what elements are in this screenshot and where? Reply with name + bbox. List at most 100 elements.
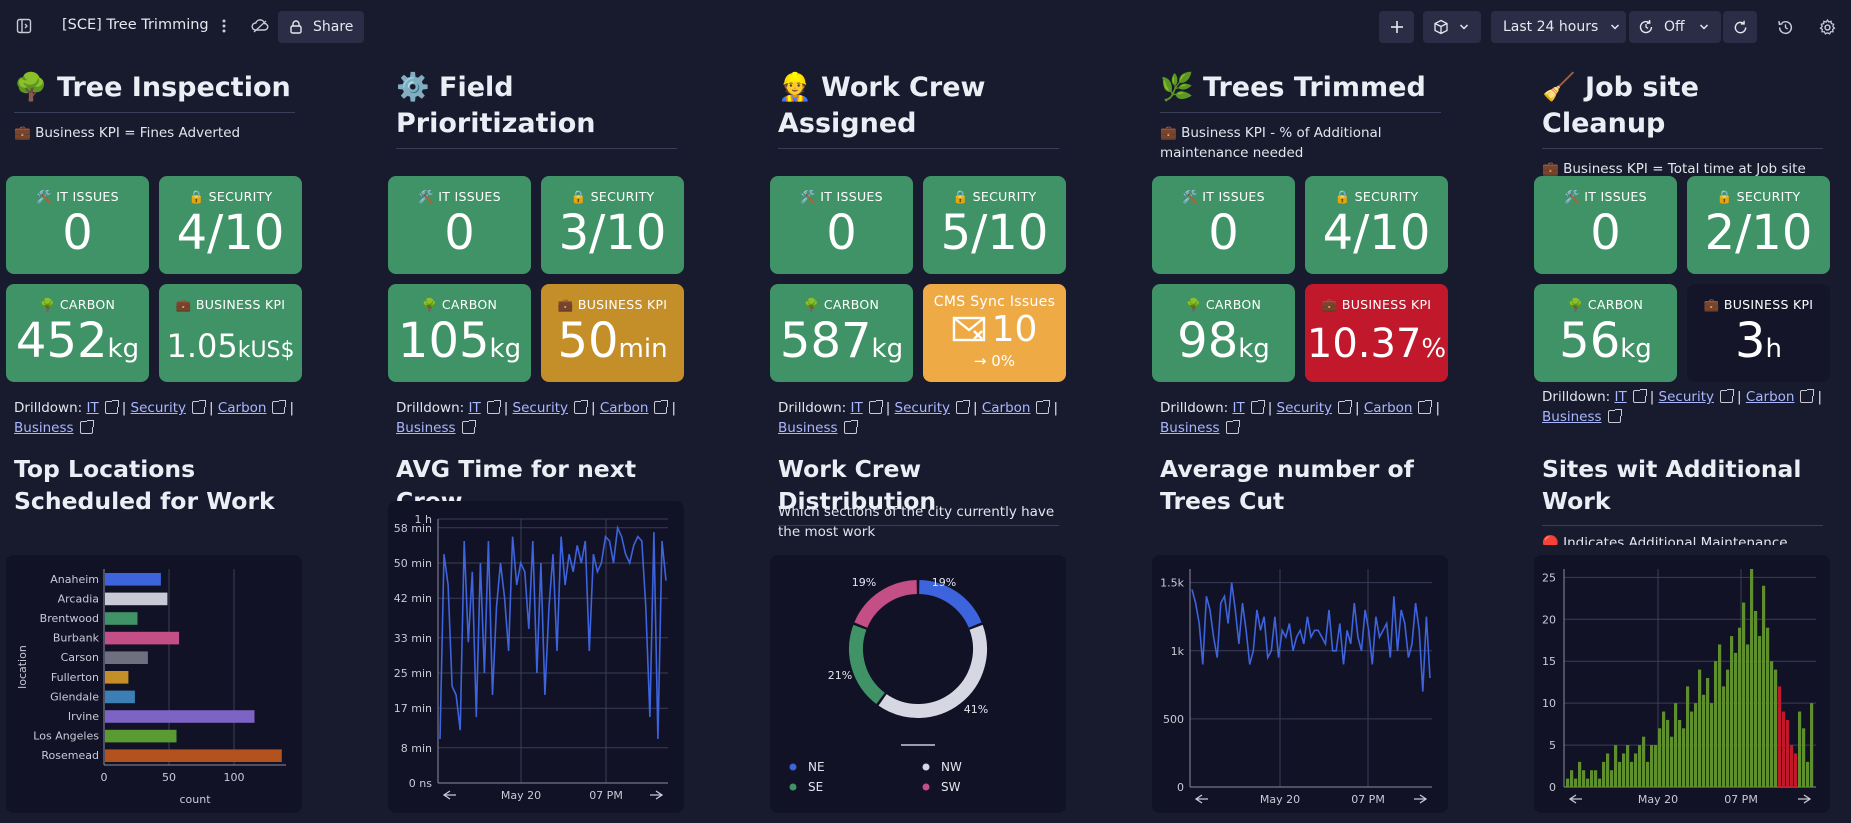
external-link-icon[interactable] — [461, 420, 476, 434]
share-button[interactable]: Share — [278, 11, 364, 43]
external-link-icon[interactable] — [1250, 400, 1265, 414]
column-title: ⚙️ Field Prioritization — [396, 70, 677, 149]
tick-label: 42 min — [394, 592, 432, 605]
external-link-icon[interactable] — [1036, 400, 1051, 414]
drilldown-link-carbon[interactable]: Carbon — [982, 400, 1031, 416]
drilldown-link-business[interactable]: Business — [1160, 420, 1220, 436]
bar — [1770, 661, 1774, 787]
kpi-tile[interactable]: 🛠️ IT ISSUES 0 — [388, 176, 531, 274]
external-link-icon[interactable] — [1719, 389, 1734, 403]
drilldown-link-security[interactable]: Security — [1277, 400, 1332, 416]
external-link-icon[interactable] — [1800, 389, 1815, 403]
kpi-tile[interactable]: 🌳 CARBON 98kg — [1152, 284, 1295, 382]
kpi-tile[interactable]: 💼 BUSINESS KPI 10.37% — [1305, 284, 1448, 382]
external-link-icon[interactable] — [1225, 420, 1240, 434]
external-link-icon[interactable] — [1607, 409, 1622, 423]
external-link-icon[interactable] — [272, 400, 287, 414]
external-link-icon[interactable] — [843, 420, 858, 434]
drilldown-link-it[interactable]: IT — [86, 400, 98, 416]
bar — [1630, 761, 1634, 787]
kpi-tile-label: 🌳 CARBON — [39, 297, 116, 312]
drilldown-link-security[interactable]: Security — [513, 400, 568, 416]
external-link-icon[interactable] — [868, 400, 883, 414]
more-vertical-icon[interactable] — [213, 15, 235, 37]
kpi-tile[interactable]: 🔒 SECURITY 4/10 — [159, 176, 302, 274]
time-range-picker[interactable]: Last 24 hours — [1491, 11, 1626, 43]
bar — [1750, 569, 1754, 787]
kpi-tile[interactable]: 🛠️ IT ISSUES 0 — [6, 176, 149, 274]
kpi-tile[interactable]: 🛠️ IT ISSUES 0 — [1534, 176, 1677, 274]
external-link-icon[interactable] — [955, 400, 970, 414]
drilldown-link-it[interactable]: IT — [1614, 389, 1626, 405]
drilldown-link-it[interactable]: IT — [468, 400, 480, 416]
bar — [1794, 753, 1798, 787]
tick-label: 1k — [1171, 645, 1185, 658]
kpi-tile-label: 🛠️ IT ISSUES — [1182, 189, 1265, 204]
drilldown-link-business[interactable]: Business — [14, 420, 74, 436]
drilldown-link-carbon[interactable]: Carbon — [1364, 400, 1413, 416]
refresh-button[interactable] — [1723, 11, 1757, 43]
history-icon[interactable] — [1774, 16, 1796, 38]
legend-label: SW — [941, 780, 961, 794]
add-panel-button[interactable] — [1379, 11, 1414, 43]
drilldown-link-security[interactable]: Security — [1659, 389, 1714, 405]
bar — [1730, 636, 1734, 787]
settings-gear-icon[interactable] — [1816, 16, 1838, 38]
kpi-tile[interactable]: 🔒 SECURITY 5/10 — [923, 176, 1066, 274]
external-link-icon[interactable] — [486, 400, 501, 414]
kpi-tile[interactable]: 🌳 CARBON 105kg — [388, 284, 531, 382]
kpi-value-number: 3 — [1734, 313, 1766, 369]
kpi-tile[interactable]: 🌳 CARBON 587kg — [770, 284, 913, 382]
drilldown-link-business[interactable]: Business — [778, 420, 838, 436]
category-label: Los Angeles — [33, 730, 99, 743]
drilldown-link-security[interactable]: Security — [895, 400, 950, 416]
pie-slice — [918, 580, 982, 629]
external-link-icon[interactable] — [1632, 389, 1647, 403]
sidebar-toggle-icon[interactable] — [13, 15, 35, 37]
tick-label: 0 — [1177, 781, 1184, 794]
external-link-icon[interactable] — [654, 400, 669, 414]
tick-label: 0 — [1549, 781, 1556, 794]
drilldown-link-carbon[interactable]: Carbon — [600, 400, 649, 416]
section-title-top-locations: Top Locations Scheduled for Work — [14, 455, 275, 515]
drilldown-link-business[interactable]: Business — [396, 420, 456, 436]
drilldown-link-carbon[interactable]: Carbon — [218, 400, 267, 416]
cloud-sync-icon[interactable] — [249, 15, 271, 37]
kpi-tile-label: 💼 BUSINESS KPI — [557, 297, 668, 312]
kpi-tile[interactable]: 🛠️ IT ISSUES 0 — [770, 176, 913, 274]
kpi-tile[interactable]: CMS Sync Issues 10 → 0% — [923, 284, 1066, 382]
drilldown-separator: | — [121, 400, 131, 416]
kpi-tile[interactable]: 🔒 SECURITY 4/10 — [1305, 176, 1448, 274]
drilldown-link-carbon[interactable]: Carbon — [1746, 389, 1795, 405]
kpi-value-unit: kg — [489, 334, 522, 364]
kpi-tile[interactable]: 🌳 CARBON 56kg — [1534, 284, 1677, 382]
kpi-tile-label: 🌳 CARBON — [1185, 297, 1262, 312]
external-link-icon[interactable] — [79, 420, 94, 434]
drilldown-separator: | — [885, 400, 895, 416]
section-title-trees-cut: Average number of Trees Cut — [1160, 455, 1414, 515]
tick-label: 8 min — [401, 742, 432, 755]
kpi-tile[interactable]: 💼 BUSINESS KPI 1.05kUS$ — [159, 284, 302, 382]
drilldown-link-it[interactable]: IT — [1232, 400, 1244, 416]
kpi-tile[interactable]: 🔒 SECURITY 3/10 — [541, 176, 684, 274]
auto-refresh-picker[interactable]: Off — [1629, 11, 1721, 43]
external-link-icon[interactable] — [573, 400, 588, 414]
bar — [1566, 778, 1570, 787]
crew-distribution-chart: 19% 41% 21% 19% NE NW SE SW — [789, 576, 988, 794]
external-link-icon[interactable] — [1418, 400, 1433, 414]
bar — [1698, 669, 1702, 787]
external-link-icon[interactable] — [104, 400, 119, 414]
drilldown-link-security[interactable]: Security — [131, 400, 186, 416]
external-link-icon[interactable] — [191, 400, 206, 414]
kpi-tile[interactable]: 💼 BUSINESS KPI 50min — [541, 284, 684, 382]
kpi-tile[interactable]: 🛠️ IT ISSUES 0 — [1152, 176, 1295, 274]
panel-picker-button[interactable] — [1423, 11, 1481, 43]
kpi-value-number: 10 — [991, 309, 1038, 350]
kpi-tile[interactable]: 🔒 SECURITY 2/10 — [1687, 176, 1830, 274]
kpi-tile[interactable]: 💼 BUSINESS KPI 3h — [1687, 284, 1830, 382]
external-link-icon[interactable] — [1337, 400, 1352, 414]
drilldown-link-business[interactable]: Business — [1542, 409, 1602, 425]
tick-label: 17 min — [394, 702, 432, 715]
drilldown-link-it[interactable]: IT — [850, 400, 862, 416]
kpi-tile[interactable]: 🌳 CARBON 452kg — [6, 284, 149, 382]
